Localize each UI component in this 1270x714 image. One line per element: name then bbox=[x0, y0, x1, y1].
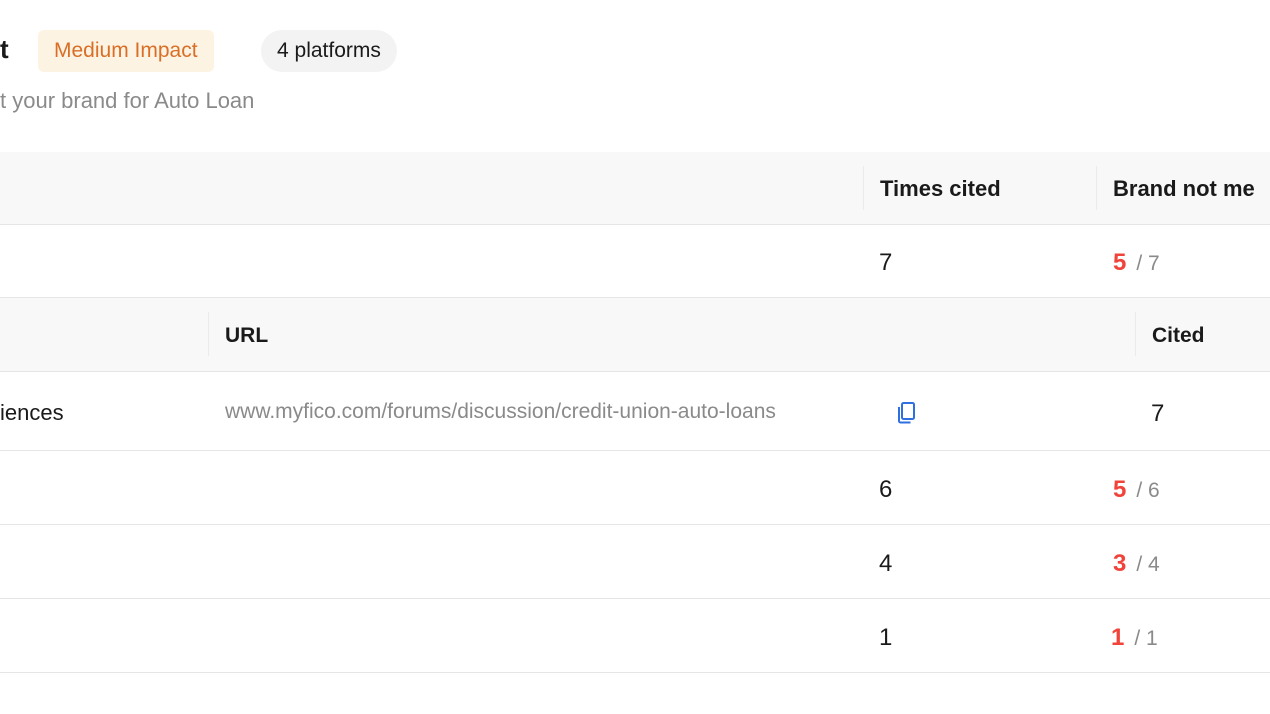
section-subtitle: t your brand for Auto Loan bbox=[0, 88, 255, 113]
table-row[interactable]: 1 1 / 1 bbox=[0, 599, 1270, 673]
sub-table-header: URL Cited bbox=[0, 298, 1270, 372]
url-header[interactable]: URL bbox=[225, 324, 268, 348]
table-row[interactable]: 7 5 / 7 bbox=[0, 225, 1270, 298]
times-cited-value: 4 bbox=[879, 550, 893, 577]
total-count: / 7 bbox=[1136, 252, 1160, 275]
times-cited-value: 7 bbox=[879, 249, 893, 276]
source-url-link[interactable]: www.myfico.com/forums/discussion/credit-… bbox=[225, 400, 776, 424]
missing-count: 3 bbox=[1113, 550, 1127, 577]
table-row[interactable]: 6 5 / 6 bbox=[0, 451, 1270, 525]
impact-badge: Medium Impact bbox=[38, 30, 214, 72]
brand-missing-ratio: 5 / 7 bbox=[1113, 249, 1160, 277]
platforms-badge: 4 platforms bbox=[261, 30, 397, 72]
cited-header[interactable]: Cited bbox=[1152, 324, 1205, 348]
table-row[interactable]: 4 3 / 4 bbox=[0, 525, 1270, 599]
copy-icon[interactable] bbox=[896, 401, 918, 425]
total-count: / 1 bbox=[1134, 627, 1158, 650]
missing-count: 1 bbox=[1111, 624, 1125, 651]
missing-count: 5 bbox=[1113, 249, 1127, 276]
missing-count: 5 bbox=[1113, 476, 1127, 503]
column-divider bbox=[863, 166, 864, 210]
total-count: / 4 bbox=[1136, 553, 1160, 576]
times-cited-header[interactable]: Times cited bbox=[880, 176, 1001, 202]
section-title: t bbox=[0, 34, 9, 64]
column-divider bbox=[1096, 166, 1097, 210]
brand-not-mentioned-header[interactable]: Brand not me bbox=[1113, 176, 1255, 202]
brand-missing-ratio: 3 / 4 bbox=[1113, 550, 1160, 578]
page-title-cell: iences bbox=[0, 400, 64, 425]
table-header: Times cited Brand not me bbox=[0, 152, 1270, 225]
total-count: / 6 bbox=[1136, 479, 1160, 502]
column-divider bbox=[1135, 312, 1136, 356]
column-divider bbox=[208, 312, 209, 356]
times-cited-value: 1 bbox=[879, 624, 893, 651]
times-cited-value: 6 bbox=[879, 476, 893, 503]
brand-missing-ratio: 1 / 1 bbox=[1111, 624, 1158, 652]
brand-missing-ratio: 5 / 6 bbox=[1113, 476, 1160, 504]
cited-value: 7 bbox=[1151, 400, 1165, 427]
